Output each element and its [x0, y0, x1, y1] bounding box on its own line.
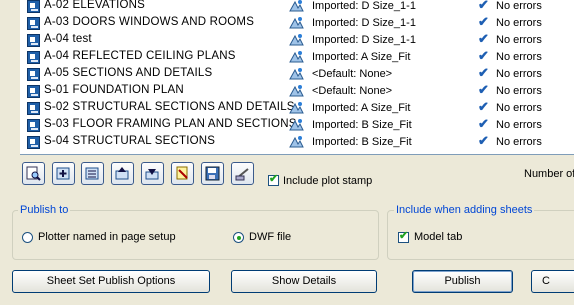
- sheet-row[interactable]: S-03 FLOOR FRAMING PLAN AND SECTIONS Impo…: [20, 116, 574, 134]
- status-check-icon: ✔: [478, 14, 489, 29]
- page-setup-text: Imported: B Size_Fit: [312, 119, 412, 131]
- load-list-button[interactable]: [81, 162, 104, 185]
- sheet-icon: [27, 34, 40, 47]
- add-sheets-icon: [56, 167, 70, 180]
- sheet-row[interactable]: S-04 STRUCTURAL SECTIONS Imported: B Size…: [20, 133, 574, 151]
- include-plot-stamp-label: Include plot stamp: [283, 175, 373, 187]
- page-setup-icon: [289, 102, 304, 114]
- status-text: No errors: [496, 85, 542, 97]
- sheet-row[interactable]: A-02 ELEVATIONS Imported: D Size_1-1 ✔ No e…: [20, 0, 574, 15]
- sheet-icon: [27, 102, 40, 115]
- check-icon: ✔: [269, 173, 279, 185]
- page-setup-icon: [289, 17, 304, 29]
- page-setup-icon: [289, 119, 304, 131]
- check-icon: ✔: [399, 230, 409, 242]
- sheet-icon: [27, 85, 40, 98]
- sheet-icon: [27, 136, 40, 149]
- status-text: No errors: [496, 136, 542, 148]
- load-list-icon: [85, 167, 99, 180]
- sheet-row[interactable]: A-04 test Imported: D Size_1-1 ✔ No errors: [20, 31, 574, 49]
- sheet-name: S-04 STRUCTURAL SECTIONS: [44, 135, 216, 147]
- sheet-name: A-03 DOORS WINDOWS AND ROOMS: [44, 16, 255, 28]
- page-setup-icon: [289, 85, 304, 97]
- status-text: No errors: [496, 34, 542, 46]
- sheet-row[interactable]: S-02 STRUCTURAL SECTIONS AND DETAILS Impo…: [20, 99, 574, 117]
- plotter-radio[interactable]: [22, 232, 33, 243]
- include-plot-stamp-checkbox[interactable]: ✔: [268, 173, 279, 186]
- status-text: No errors: [496, 51, 542, 63]
- status-check-icon: ✔: [478, 82, 489, 97]
- move-up-button[interactable]: [111, 162, 134, 185]
- sheet-name: S-02 STRUCTURAL SECTIONS AND DETAILS: [44, 101, 295, 113]
- sheet-icon: [27, 0, 40, 13]
- sheet-row[interactable]: A-05 SECTIONS AND DETAILS <Default: None>…: [20, 65, 574, 83]
- remove-button[interactable]: [171, 162, 194, 185]
- cancel-button[interactable]: C: [531, 270, 574, 293]
- status-check-icon: ✔: [478, 0, 489, 12]
- page-setup-text: Imported: D Size_1-1: [312, 0, 416, 12]
- plot-stamp-settings-button[interactable]: [231, 162, 254, 185]
- sheet-icon: [27, 17, 40, 30]
- status-text: No errors: [496, 119, 542, 131]
- plotter-radio-label: Plotter named in page setup: [38, 231, 176, 243]
- dwf-file-radio-label: DWF file: [249, 231, 292, 243]
- status-check-icon: ✔: [478, 31, 489, 46]
- move-down-icon: [145, 169, 159, 180]
- preview-button[interactable]: [22, 162, 45, 185]
- page-setup-icon: [289, 136, 304, 148]
- page-setup-text: <Default: None>: [312, 85, 393, 97]
- sheet-icon: [27, 119, 40, 132]
- move-up-icon: [115, 167, 129, 180]
- radio-selected-dot: [237, 236, 241, 240]
- page-setup-icon: [289, 34, 304, 46]
- sheet-name: A-02 ELEVATIONS: [44, 0, 145, 11]
- plot-stamp-settings-icon: [235, 168, 249, 181]
- page-setup-icon: [289, 51, 304, 63]
- sheet-icon: [27, 68, 40, 81]
- sheet-name: A-05 SECTIONS AND DETAILS: [44, 67, 213, 79]
- publish-to-legend: Publish to: [18, 204, 71, 216]
- remove-icon: [176, 166, 188, 180]
- add-sheets-button[interactable]: [52, 162, 75, 185]
- model-tab-label: Model tab: [414, 231, 463, 243]
- sheet-name: A-04 REFLECTED CEILING PLANS: [44, 50, 236, 62]
- status-check-icon: ✔: [478, 48, 489, 63]
- number-of-sheets-label: Number of: [524, 168, 574, 180]
- status-text: No errors: [496, 102, 542, 114]
- sheet-name: S-03 FLOOR FRAMING PLAN AND SECTIONS: [44, 118, 297, 130]
- sheet-set-publish-options-button[interactable]: Sheet Set Publish Options: [12, 270, 210, 293]
- page-setup-text: Imported: D Size_1-1: [312, 34, 416, 46]
- status-check-icon: ✔: [478, 133, 489, 148]
- preview-icon: [26, 166, 41, 181]
- include-when-adding-legend: Include when adding sheets: [394, 204, 535, 216]
- save-list-button[interactable]: [201, 162, 224, 185]
- move-down-button[interactable]: [141, 162, 164, 185]
- sheet-name: S-01 FOUNDATION PLAN: [44, 84, 184, 96]
- status-check-icon: ✔: [478, 65, 489, 80]
- status-text: No errors: [496, 68, 542, 80]
- status-check-icon: ✔: [478, 99, 489, 114]
- page-setup-text: <Default: None>: [312, 68, 393, 80]
- model-tab-checkbox[interactable]: ✔: [398, 230, 409, 243]
- sheet-row[interactable]: A-04 REFLECTED CEILING PLANS Imported: A …: [20, 48, 574, 66]
- sheet-list[interactable]: A-02 ELEVATIONS Imported: D Size_1-1 ✔ No e…: [20, 0, 574, 155]
- sheet-row[interactable]: S-01 FOUNDATION PLAN <Default: None> ✔ No e…: [20, 82, 574, 100]
- page-setup-text: Imported: A Size_Fit: [312, 51, 411, 63]
- status-check-icon: ✔: [478, 116, 489, 131]
- sheet-row[interactable]: A-03 DOORS WINDOWS AND ROOMS Imported: D …: [20, 14, 574, 32]
- dwf-file-radio[interactable]: [233, 232, 244, 243]
- save-list-icon: [205, 166, 220, 181]
- page-setup-text: Imported: D Size_1-1: [312, 17, 416, 29]
- sheet-name: A-04 test: [44, 33, 92, 45]
- page-setup-text: Imported: B Size_Fit: [312, 136, 412, 148]
- show-details-button[interactable]: Show Details: [231, 270, 377, 293]
- page-setup-icon: [289, 0, 304, 12]
- page-setup-icon: [289, 68, 304, 80]
- publish-button[interactable]: Publish: [412, 270, 513, 293]
- page-setup-text: Imported: A Size_Fit: [312, 102, 411, 114]
- status-text: No errors: [496, 17, 542, 29]
- sheet-icon: [27, 51, 40, 64]
- status-text: No errors: [496, 0, 542, 12]
